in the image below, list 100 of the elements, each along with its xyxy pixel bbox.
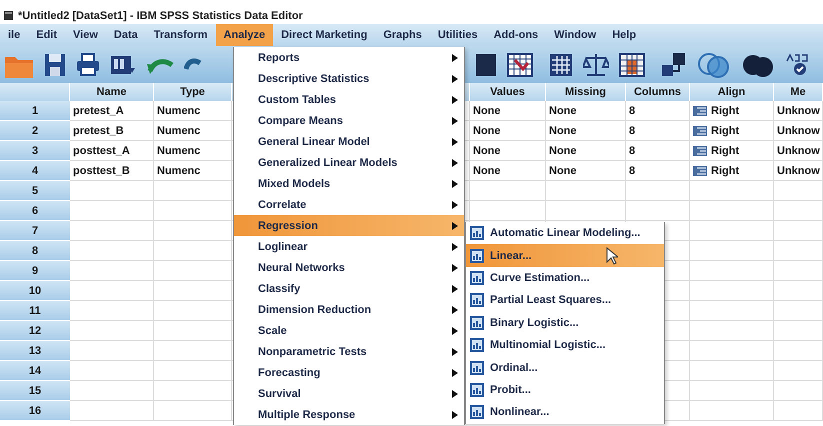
row-number: 13 xyxy=(0,341,70,361)
menu-item[interactable]: Transform xyxy=(146,24,216,46)
print-icon xyxy=(76,50,100,78)
row-number: 16 xyxy=(0,401,70,421)
menu-item[interactable]: Add-ons xyxy=(486,24,546,46)
menu-item[interactable]: Utilities xyxy=(430,24,486,46)
table-cell: 8 xyxy=(626,141,690,161)
menu-item[interactable]: Descriptive Statistics xyxy=(234,68,464,89)
chart-icon xyxy=(470,382,484,397)
table-cell: Unknow xyxy=(774,101,823,121)
menu-item[interactable]: Classify xyxy=(234,278,464,299)
menu-item[interactable]: Dimension Reduction xyxy=(234,299,464,320)
row-number: 8 xyxy=(0,241,70,261)
chart-icon xyxy=(470,248,484,263)
menu-item[interactable]: Partial Least Squares... xyxy=(466,289,664,312)
table-cell: pretest_A xyxy=(70,101,154,121)
table-cell: posttest_A xyxy=(70,141,154,161)
menu-item[interactable]: General Linear Model xyxy=(234,131,464,152)
table-cell: 8 xyxy=(626,121,690,141)
menu-item[interactable]: Survival xyxy=(234,383,464,404)
table-cell: Right xyxy=(711,104,740,116)
table-cell: Right xyxy=(711,164,740,176)
row-number: 12 xyxy=(0,321,70,341)
spreadsheet-icon xyxy=(619,50,645,78)
menu-item[interactable]: Reports xyxy=(234,47,464,68)
menu-item[interactable]: Neural Networks xyxy=(234,257,464,278)
menu-item[interactable]: Multinomial Logistic... xyxy=(466,334,664,356)
menu-item[interactable]: Graphs xyxy=(375,24,430,46)
table-cell: pretest_B xyxy=(70,121,154,141)
chart-icon xyxy=(470,316,484,330)
header-cell xyxy=(0,83,70,101)
table-cell: None xyxy=(470,121,546,141)
column-header: Missing xyxy=(546,83,626,101)
table-cell: Unknow xyxy=(774,121,823,141)
menu-item[interactable]: Multiple Response xyxy=(234,404,464,425)
menu-item[interactable]: Edit xyxy=(28,24,66,46)
menu-item[interactable]: ile xyxy=(0,24,28,46)
menu-item[interactable]: Binary Logistic... xyxy=(466,312,664,334)
app-icon xyxy=(4,11,13,20)
window-title: *Untitled2 [DataSet1] - IBM SPSS Statistics Data Editor xyxy=(18,10,303,22)
mouse-pointer-icon xyxy=(606,247,618,266)
menu-item[interactable]: Probit... xyxy=(466,378,664,402)
menu-item[interactable]: Direct Marketing xyxy=(273,24,376,46)
table-cell: Right xyxy=(711,124,740,136)
column-header: Name xyxy=(70,83,154,101)
row-number: 2 xyxy=(0,121,70,141)
chart-icon xyxy=(470,226,484,240)
column-header: Values xyxy=(470,83,546,101)
column-header: Me xyxy=(774,83,823,101)
menu-item[interactable]: Help xyxy=(604,24,644,46)
row-number: 15 xyxy=(0,381,70,401)
menu-item[interactable]: Mixed Models xyxy=(234,173,464,194)
menu-item[interactable]: Nonparametric Tests xyxy=(234,341,464,362)
linked-squares-icon xyxy=(661,50,687,78)
chart-icon xyxy=(470,360,484,375)
menu-item[interactable]: Ordinal... xyxy=(466,356,664,379)
menu-item[interactable]: Regression xyxy=(234,215,464,236)
table-cell: None xyxy=(546,141,626,161)
table-cell: None xyxy=(470,161,546,181)
align-right-icon xyxy=(693,106,707,116)
menu-item[interactable]: Correlate xyxy=(234,194,464,215)
menu-item[interactable]: Linear... xyxy=(466,244,664,267)
chart-icon xyxy=(470,270,484,285)
menu-item[interactable]: Scale xyxy=(234,320,464,341)
menu-item[interactable]: View xyxy=(65,24,106,46)
column-header: Columns xyxy=(626,83,690,101)
align-right-icon xyxy=(693,166,707,176)
menu-item[interactable]: Window xyxy=(546,24,604,46)
chart-icon xyxy=(470,405,484,420)
align-right-icon xyxy=(693,126,707,136)
menu-item[interactable]: Loglinear xyxy=(234,236,464,257)
row-number: 7 xyxy=(0,221,70,241)
table-cell: None xyxy=(470,141,546,161)
align-right-icon xyxy=(693,146,707,156)
table-cell: None xyxy=(546,101,626,121)
row-number: 5 xyxy=(0,181,70,201)
table-cell: None xyxy=(546,121,626,141)
menu-item[interactable]: Generalized Linear Models xyxy=(234,152,464,173)
chart-icon xyxy=(470,338,484,352)
row-number: 9 xyxy=(0,261,70,281)
menu-item[interactable]: Automatic Linear Modeling... xyxy=(466,222,664,244)
menu-item[interactable]: Analyze xyxy=(216,24,274,46)
row-number: 14 xyxy=(0,361,70,381)
table-cell: Numenc xyxy=(154,121,232,141)
row-number: 11 xyxy=(0,301,70,321)
menu-item[interactable]: Custom Tables xyxy=(234,89,464,110)
overlapping-circles-icon xyxy=(697,50,731,78)
table-cell: Unknow xyxy=(774,161,823,181)
row-number: 3 xyxy=(0,141,70,161)
row-number: 4 xyxy=(0,161,70,181)
menu-item[interactable]: Curve Estimation... xyxy=(466,266,664,290)
menu-item[interactable]: Nonlinear... xyxy=(466,401,664,424)
table-cell: Numenc xyxy=(154,161,232,181)
table-cell: posttest_B xyxy=(70,161,154,181)
menu-item[interactable]: Compare Means xyxy=(234,110,464,131)
row-number: 10 xyxy=(0,281,70,301)
menu-item[interactable]: Forecasting xyxy=(234,362,464,383)
column-header: Type xyxy=(154,83,232,101)
row-number: 6 xyxy=(0,201,70,221)
menu-item[interactable]: Data xyxy=(106,24,146,46)
